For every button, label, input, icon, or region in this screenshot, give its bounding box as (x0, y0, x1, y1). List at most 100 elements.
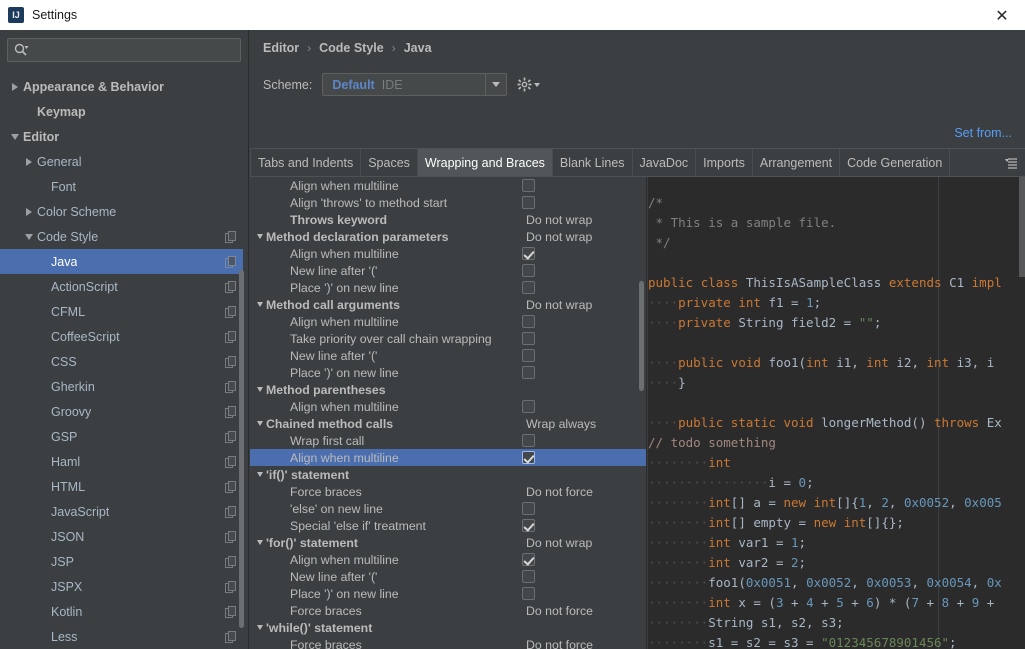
option-row[interactable]: Force braces Do not force (250, 636, 646, 649)
sidebar-item-appearance-behavior[interactable]: Appearance & Behavior (0, 74, 243, 99)
sidebar-item-java[interactable]: Java (0, 249, 243, 274)
option-row[interactable]: Force braces Do not force (250, 483, 646, 500)
sidebar-item-haml[interactable]: Haml (0, 449, 243, 474)
option-row[interactable]: Align when multiline (250, 177, 646, 194)
option-row[interactable]: Throws keyword Do not wrap (250, 211, 646, 228)
option-checkbox[interactable] (522, 196, 535, 209)
option-row[interactable]: Align when multiline (250, 398, 646, 415)
option-row[interactable]: Place ')' on new line (250, 585, 646, 602)
option-row[interactable]: Force braces Do not force (250, 602, 646, 619)
option-checkbox[interactable] (522, 315, 535, 328)
chevron-down-icon[interactable] (254, 387, 266, 392)
option-value[interactable]: Wrap always (526, 417, 596, 431)
tab-imports[interactable]: Imports (696, 149, 753, 176)
option-value[interactable]: Do not wrap (526, 536, 592, 550)
sidebar-item-cfml[interactable]: CFML (0, 299, 243, 324)
copy-scheme-icon[interactable] (225, 630, 237, 643)
option-row[interactable]: Method declaration parameters Do not wrap (250, 228, 646, 245)
option-checkbox[interactable] (522, 349, 535, 362)
chevron-right-icon[interactable] (22, 155, 35, 168)
option-row[interactable]: 'else' on new line (250, 500, 646, 517)
chevron-down-icon[interactable] (485, 74, 506, 95)
chevron-down-icon[interactable] (8, 130, 21, 143)
option-row[interactable]: Align when multiline (250, 449, 646, 466)
option-checkbox[interactable] (522, 553, 535, 566)
tab-tabs-and-indents[interactable]: Tabs and Indents (250, 149, 362, 176)
option-checkbox[interactable] (522, 519, 535, 532)
sidebar-item-kotlin[interactable]: Kotlin (0, 599, 243, 624)
option-row[interactable]: Align when multiline (250, 245, 646, 262)
breadcrumb-part-1[interactable]: Editor (263, 41, 299, 55)
option-value[interactable]: Do not force (526, 638, 593, 649)
copy-scheme-icon[interactable] (225, 230, 237, 243)
copy-scheme-icon[interactable] (225, 530, 237, 543)
sidebar-item-general[interactable]: General (0, 149, 243, 174)
option-row[interactable]: Align when multiline (250, 313, 646, 330)
option-row[interactable]: Special 'else if' treatment (250, 517, 646, 534)
sidebar-item-groovy[interactable]: Groovy (0, 399, 243, 424)
scheme-select[interactable]: Default IDE (322, 73, 508, 96)
sidebar-item-css[interactable]: CSS (0, 349, 243, 374)
sidebar-scrollbar-track[interactable] (239, 74, 246, 649)
option-value[interactable]: Do not wrap (526, 213, 592, 227)
chevron-down-icon[interactable] (254, 234, 266, 239)
copy-scheme-icon[interactable] (225, 355, 237, 368)
sidebar-item-json[interactable]: JSON (0, 524, 243, 549)
option-checkbox[interactable] (522, 281, 535, 294)
option-row[interactable]: 'for()' statement Do not wrap (250, 534, 646, 551)
chevron-down-icon[interactable] (254, 302, 266, 307)
tab-blank-lines[interactable]: Blank Lines (553, 149, 633, 176)
sidebar-item-less[interactable]: Less (0, 624, 243, 649)
chevron-down-icon[interactable] (254, 421, 266, 426)
copy-scheme-icon[interactable] (225, 280, 237, 293)
sidebar-scrollbar-thumb[interactable] (239, 270, 244, 628)
tab-code-generation[interactable]: Code Generation (840, 149, 951, 176)
option-checkbox[interactable] (522, 264, 535, 277)
copy-scheme-icon[interactable] (225, 455, 237, 468)
chevron-down-icon[interactable] (254, 540, 266, 545)
tab-wrapping-and-braces[interactable]: Wrapping and Braces (417, 149, 553, 176)
option-checkbox[interactable] (522, 332, 535, 345)
tab-arrangement[interactable]: Arrangement (753, 149, 841, 176)
copy-scheme-icon[interactable] (225, 255, 237, 268)
sidebar-item-keymap[interactable]: Keymap (0, 99, 243, 124)
sidebar-item-jspx[interactable]: JSPX (0, 574, 243, 599)
chevron-down-icon[interactable] (22, 230, 35, 243)
option-checkbox[interactable] (522, 587, 535, 600)
option-row[interactable]: Method call arguments Do not wrap (250, 296, 646, 313)
option-row[interactable]: Wrap first call (250, 432, 646, 449)
copy-scheme-icon[interactable] (225, 480, 237, 493)
sidebar-item-code-style[interactable]: Code Style (0, 224, 243, 249)
option-row[interactable]: 'if()' statement (250, 466, 646, 483)
chevron-down-icon[interactable] (254, 625, 266, 630)
breadcrumb-part-2[interactable]: Code Style (319, 41, 384, 55)
sidebar-item-editor[interactable]: Editor (0, 124, 243, 149)
preview-scrollbar-thumb[interactable] (1019, 177, 1025, 277)
sidebar-item-javascript[interactable]: JavaScript (0, 499, 243, 524)
breadcrumb-part-3[interactable]: Java (404, 41, 432, 55)
option-checkbox[interactable] (522, 366, 535, 379)
option-checkbox[interactable] (522, 451, 535, 464)
chevron-right-icon[interactable] (8, 80, 21, 93)
option-row[interactable]: Place ')' on new line (250, 364, 646, 381)
option-row[interactable]: Align when multiline (250, 551, 646, 568)
option-value[interactable]: Do not wrap (526, 230, 592, 244)
option-row[interactable]: Take priority over call chain wrapping (250, 330, 646, 347)
option-checkbox[interactable] (522, 570, 535, 583)
option-row[interactable]: New line after '(' (250, 568, 646, 585)
copy-scheme-icon[interactable] (225, 330, 237, 343)
copy-scheme-icon[interactable] (225, 605, 237, 618)
option-checkbox[interactable] (522, 502, 535, 515)
copy-scheme-icon[interactable] (225, 555, 237, 568)
sidebar-item-html[interactable]: HTML (0, 474, 243, 499)
option-row[interactable]: Align 'throws' to method start (250, 194, 646, 211)
sidebar-item-actionscript[interactable]: ActionScript (0, 274, 243, 299)
tab-list-options-icon[interactable] (999, 149, 1025, 176)
option-value[interactable]: Do not force (526, 485, 593, 499)
option-checkbox[interactable] (522, 434, 535, 447)
option-row[interactable]: Chained method calls Wrap always (250, 415, 646, 432)
chevron-down-icon[interactable] (254, 472, 266, 477)
option-checkbox[interactable] (522, 400, 535, 413)
tab-spaces[interactable]: Spaces (361, 149, 418, 176)
copy-scheme-icon[interactable] (225, 505, 237, 518)
